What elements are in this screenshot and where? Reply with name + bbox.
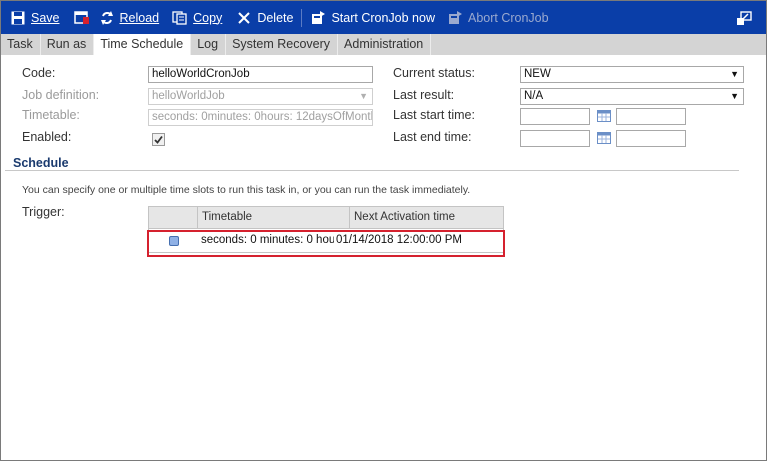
job-definition-select[interactable]: helloWorldJob ▼ [148,88,373,105]
window-icon [73,10,90,26]
checkmark-icon [154,135,163,144]
delete-label: Delete [257,10,294,25]
current-status-value: NEW [524,68,551,80]
reload-icon [99,10,115,26]
last-end-date-input[interactable] [520,130,590,147]
last-start-date-input[interactable] [520,108,590,125]
detach-window-icon[interactable] [736,11,752,26]
delete-icon [236,10,252,26]
copy-button[interactable]: Copy [172,1,222,34]
toolbar: Save Reload Copy Delete Start CronJob no… [1,1,766,34]
schedule-title: Schedule [13,156,69,170]
reload-label: Reload [119,10,160,25]
column-header-next-activation[interactable]: Next Activation time [350,207,503,228]
column-header-select [149,207,198,228]
abort-cronjob-button[interactable]: Abort CronJob [447,1,549,34]
enabled-checkbox[interactable] [152,133,165,146]
calendar-icon[interactable] [597,132,611,144]
new-window-button[interactable] [73,1,95,34]
chevron-down-icon: ▼ [730,91,739,101]
code-label: Code: [22,66,56,80]
enabled-label: Enabled: [22,130,72,144]
start-cronjob-label: Start CronJob now [331,10,435,25]
tab-log[interactable]: Log [191,34,227,55]
last-result-value: N/A [524,90,544,102]
calendar-icon[interactable] [597,110,611,122]
save-icon [10,10,26,26]
tab-run-as[interactable]: Run as [41,34,95,55]
toolbar-separator [301,8,303,27]
tab-administration[interactable]: Administration [338,34,432,55]
delete-button[interactable]: Delete [236,1,293,34]
tab-task[interactable]: Task [1,34,41,55]
job-definition-label: Job definition: [22,88,100,102]
job-definition-value: helloWorldJob [152,90,225,102]
start-icon [310,10,326,26]
reload-button[interactable]: Reload [99,1,160,34]
copy-icon [172,10,188,26]
code-field[interactable]: helloWorldCronJob [148,66,373,83]
tab-system-recovery[interactable]: System Recovery [226,34,339,55]
save-label: Save [31,10,60,25]
timetable-field[interactable]: seconds: 0minutes: 0hours: 12daysOfMonth… [148,109,373,126]
last-result-select[interactable]: N/A ▼ [520,88,744,105]
save-button[interactable]: Save [10,1,60,34]
last-result-label: Last result: [393,88,455,102]
last-end-time-input[interactable] [616,130,686,147]
start-cronjob-button[interactable]: Start CronJob now [310,1,435,34]
highlight-box [147,230,505,257]
table-header: Timetable Next Activation time [149,207,503,229]
trigger-label: Trigger: [22,205,65,219]
copy-label: Copy [193,10,223,25]
last-start-time-input[interactable] [616,108,686,125]
schedule-hint: You can specify one or multiple time slo… [22,184,471,196]
timetable-value: seconds: 0minutes: 0hours: 12daysOfMonth… [152,111,373,123]
last-end-time-label: Last end time: [393,130,472,144]
current-status-select[interactable]: NEW ▼ [520,66,744,83]
chevron-down-icon: ▼ [730,69,739,79]
last-start-time-label: Last start time: [393,108,475,122]
current-status-label: Current status: [393,66,475,80]
section-divider [5,170,739,171]
column-header-timetable[interactable]: Timetable [198,207,350,228]
timetable-label: Timetable: [22,108,80,122]
abort-cronjob-label: Abort CronJob [467,10,549,25]
chevron-down-icon: ▼ [359,91,368,101]
abort-icon [447,10,463,26]
tab-bar: Task Run as Time Schedule Log System Rec… [1,34,766,55]
tab-time-schedule[interactable]: Time Schedule [94,34,192,55]
code-value: helloWorldCronJob [152,68,250,80]
